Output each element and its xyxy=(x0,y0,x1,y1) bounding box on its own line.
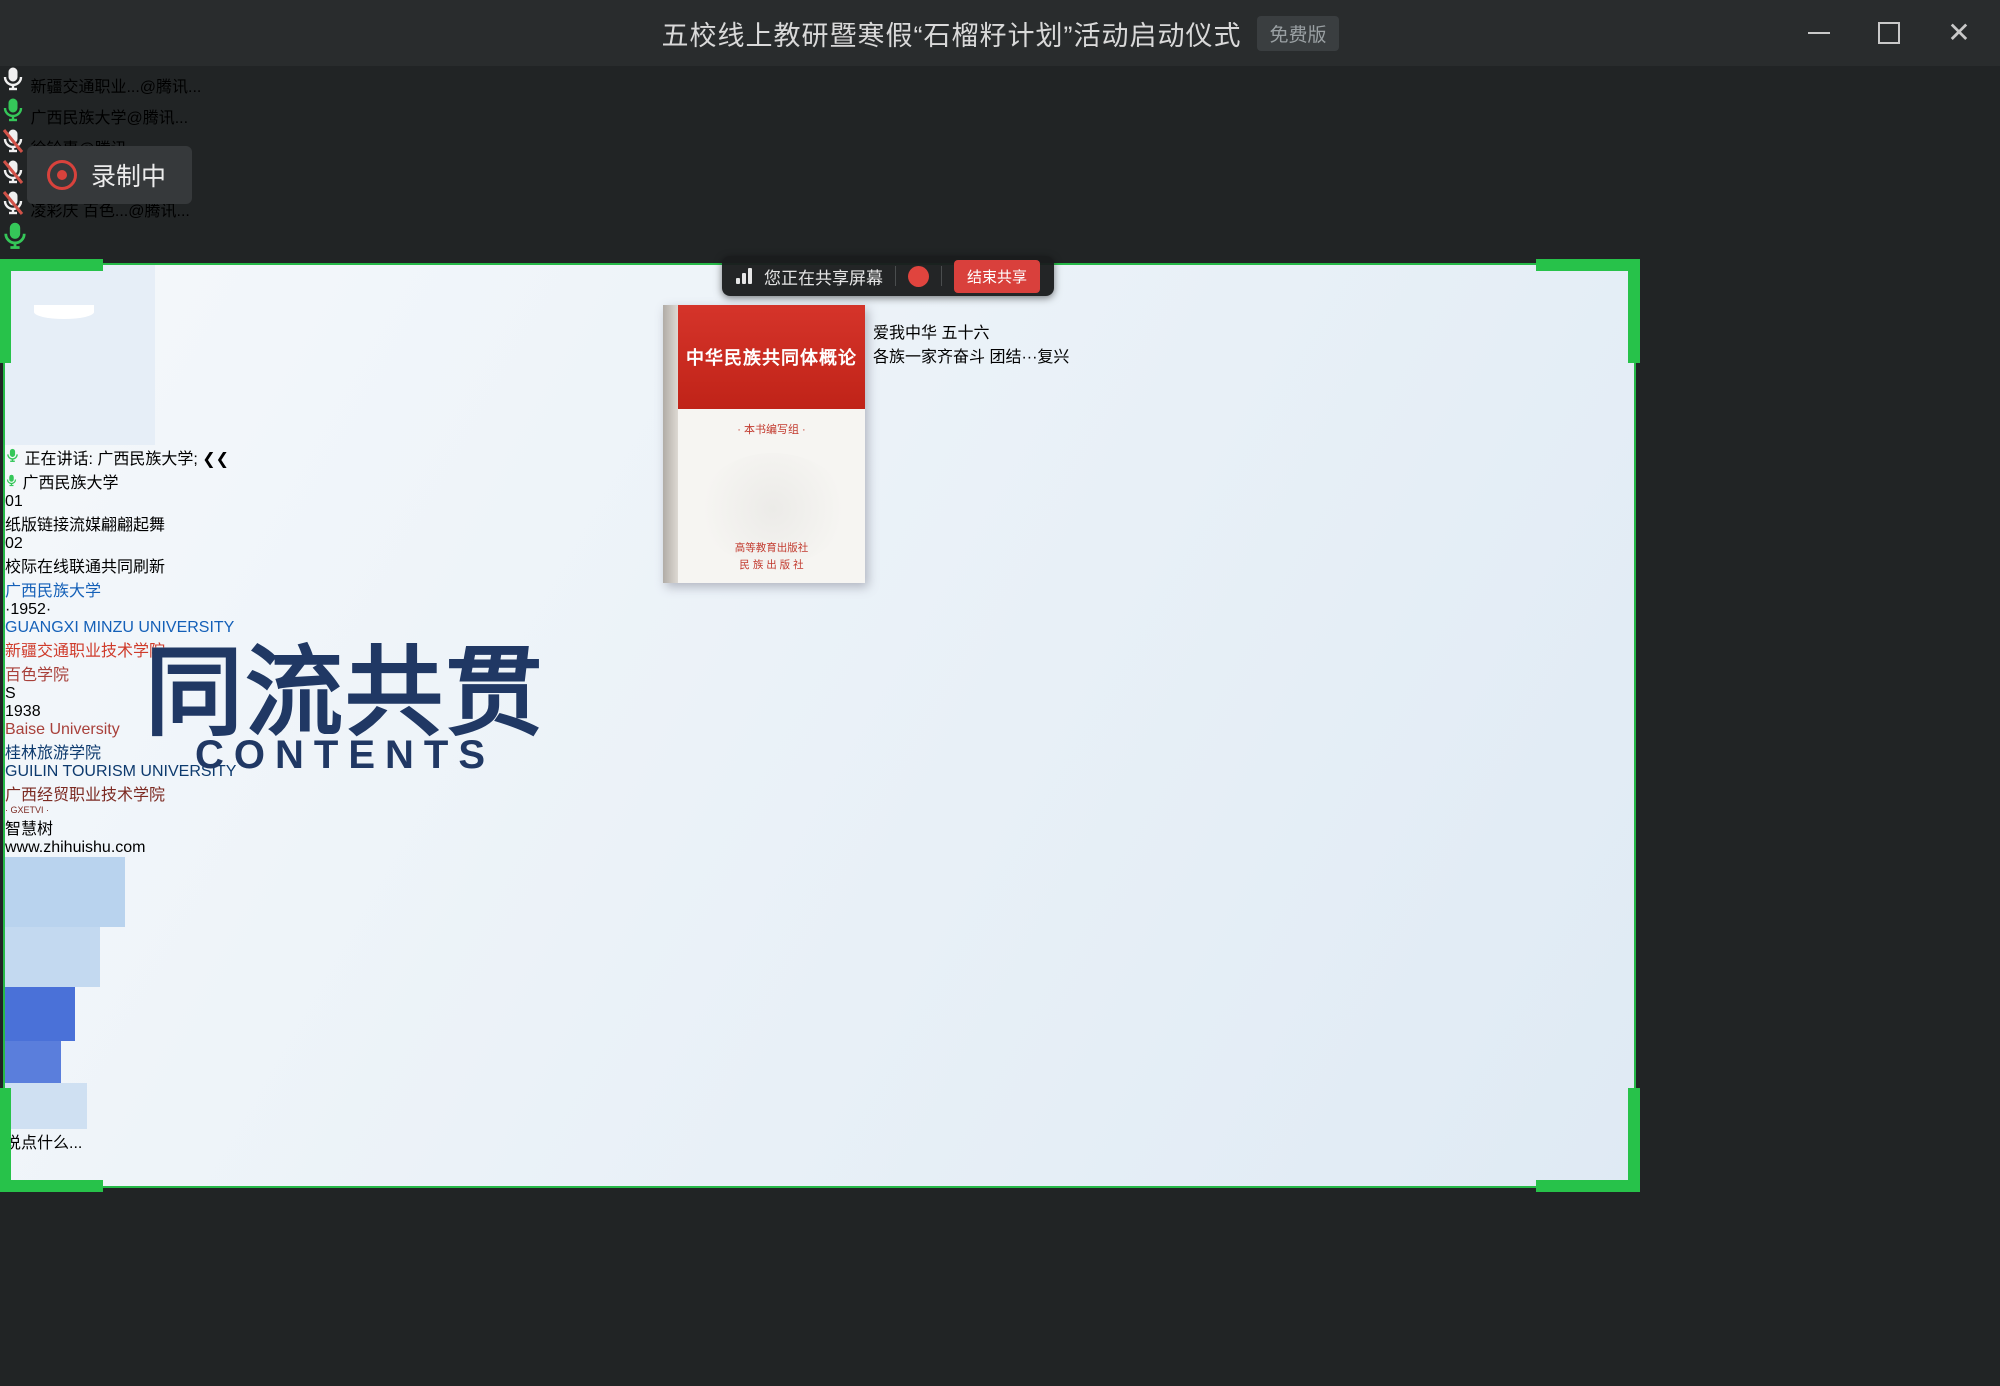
publisher-line: 高等教育出版社 xyxy=(678,540,865,556)
maximize-button[interactable] xyxy=(1854,0,1924,66)
chat-input[interactable]: 说点什么... xyxy=(5,1129,1634,1153)
participant-name-label: 徐铃惠@腾讯... xyxy=(0,128,2000,159)
participant-tile-xulinghui[interactable]: 徐铃惠@腾讯... xyxy=(0,128,2000,159)
publisher-line: 民 族 出 版 社 xyxy=(678,557,865,573)
close-icon: ✕ xyxy=(1947,19,1970,47)
cloud-decoration xyxy=(5,927,100,987)
presentation-slide: 同流共贯 CONTENTS 中华民族共同体概论 · 本书编写组 · 高等教育出版… xyxy=(5,265,1634,1186)
book-publishers: 高等教育出版社 民 族 出 版 社 xyxy=(678,540,865,573)
participant-tile-lingcaiqing[interactable]: 凌彩庆 百色...@腾讯... xyxy=(0,190,2000,221)
share-corner-marker xyxy=(1536,1088,1640,1192)
share-status-text: 您正在共享屏幕 xyxy=(764,264,883,289)
book-title: 中华民族共同体概论 xyxy=(686,344,857,370)
participant-tile-quxiaochen[interactable]: 曲小辰@腾讯... xyxy=(0,159,2000,190)
mic-live-icon xyxy=(0,97,26,123)
participant-name-label: 凌彩庆 百色...@腾讯... xyxy=(0,190,2000,221)
participant-tile-xinjiang-jiaotong[interactable]: 新疆交通职业...@腾讯... xyxy=(0,66,2000,97)
participant-name-label: 广西民族大学@腾讯... xyxy=(0,97,2000,128)
meeting-title: 五校线上教研暨寒假“石榴籽计划”活动启动仪式 xyxy=(662,14,1242,53)
record-button[interactable] xyxy=(908,266,929,287)
zhihuishu-url: www.zhihuishu.com xyxy=(5,839,1634,857)
cloud-decoration xyxy=(5,857,125,927)
speaking-status: 正在讲话: 广西民族大学; xyxy=(24,451,197,468)
participant-tile-guangxi-minzu[interactable]: 广西民族大学@腾讯... xyxy=(0,97,2000,128)
cloud-decoration xyxy=(5,1041,61,1083)
mic-muted-icon xyxy=(0,128,26,154)
mic-live-icon xyxy=(5,473,18,488)
book-spine xyxy=(663,305,678,583)
agenda-text-2: 校际在线联通共同刷新 xyxy=(5,559,165,576)
banner-image: 爱我中华 五十六 各族一家齐奋斗 团结···复兴 xyxy=(873,319,1510,582)
mic-muted-icon xyxy=(0,190,26,216)
mic-live-icon xyxy=(5,447,20,464)
divider xyxy=(895,266,896,286)
logo-caption: · GXETVI · xyxy=(5,805,1634,815)
participant-name: 凌彩庆 百色... xyxy=(30,203,128,220)
minimize-icon xyxy=(1808,32,1830,34)
slide-subtitle: CONTENTS xyxy=(135,733,555,778)
minimize-button[interactable] xyxy=(1784,0,1854,66)
book-title-band: 中华民族共同体概论 xyxy=(678,305,865,409)
mic-live-icon[interactable] xyxy=(0,221,30,251)
title-bar: 五校线上教研暨寒假“石榴籽计划”活动启动仪式 免费版 ✕ xyxy=(0,0,2000,66)
recording-badge[interactable]: 录制中 xyxy=(27,146,192,204)
book-cover: 中华民族共同体概论 · 本书编写组 · 高等教育出版社 民 族 出 版 社 xyxy=(663,305,865,583)
logo-gxetvi: 广西经贸职业技术学院 · GXETVI · xyxy=(5,781,1634,815)
participant-suffix: @腾讯... xyxy=(140,79,202,96)
divider xyxy=(941,266,942,286)
logo-name: 广西经贸职业技术学院 xyxy=(5,781,1634,805)
share-corner-marker xyxy=(0,259,103,363)
cloud-decoration xyxy=(5,987,75,1041)
free-version-badge: 免费版 xyxy=(1257,16,1338,51)
signal-icon xyxy=(736,268,752,284)
mic-muted-icon xyxy=(0,159,26,185)
close-button[interactable]: ✕ xyxy=(1924,0,1994,66)
participant-suffix: @腾讯... xyxy=(128,203,190,220)
logo-zhihuishu: 智慧树 www.zhihuishu.com xyxy=(5,815,1634,857)
participant-name: 广西民族大学 xyxy=(30,110,126,127)
book-byline: · 本书编写组 · xyxy=(678,421,865,437)
meeting-window: 五校线上教研暨寒假“石榴籽计划”活动启动仪式 免费版 ✕ 录制中 您正在共享屏幕… xyxy=(0,0,2000,1386)
participant-name-label: 曲小辰@腾讯... xyxy=(0,159,2000,190)
recording-icon xyxy=(47,160,77,190)
participant-name-label: 新疆交通职业...@腾讯... xyxy=(0,66,2000,97)
screen-share-toolbar: 您正在共享屏幕 结束共享 xyxy=(722,256,1054,296)
banner-subline: 各族一家齐奋斗 团结···复兴 xyxy=(873,343,1510,367)
shared-screen-region: 同流共贯 CONTENTS 中华民族共同体概论 · 本书编写组 · 高等教育出版… xyxy=(5,265,1634,1186)
zhihuishu-wordmark: 智慧树 xyxy=(5,815,1634,839)
collapse-icon[interactable]: ❮❮ xyxy=(202,451,229,468)
speaker-name: 广西民族大学 xyxy=(22,475,118,492)
agenda-text-1: 纸版链接流媒翩翩起舞 xyxy=(5,517,165,534)
banner-headline: 爱我中华 五十六 xyxy=(873,319,1510,343)
window-controls: ✕ xyxy=(1784,0,1994,66)
share-corner-marker xyxy=(1536,259,1640,363)
participant-name: 新疆交通职业... xyxy=(30,79,139,96)
maximize-icon xyxy=(1878,22,1900,44)
share-corner-marker xyxy=(0,1088,103,1192)
stop-share-button[interactable]: 结束共享 xyxy=(954,260,1040,293)
participant-suffix: @腾讯... xyxy=(126,110,188,127)
recording-label: 录制中 xyxy=(91,157,166,193)
mic-on-icon xyxy=(0,66,26,92)
